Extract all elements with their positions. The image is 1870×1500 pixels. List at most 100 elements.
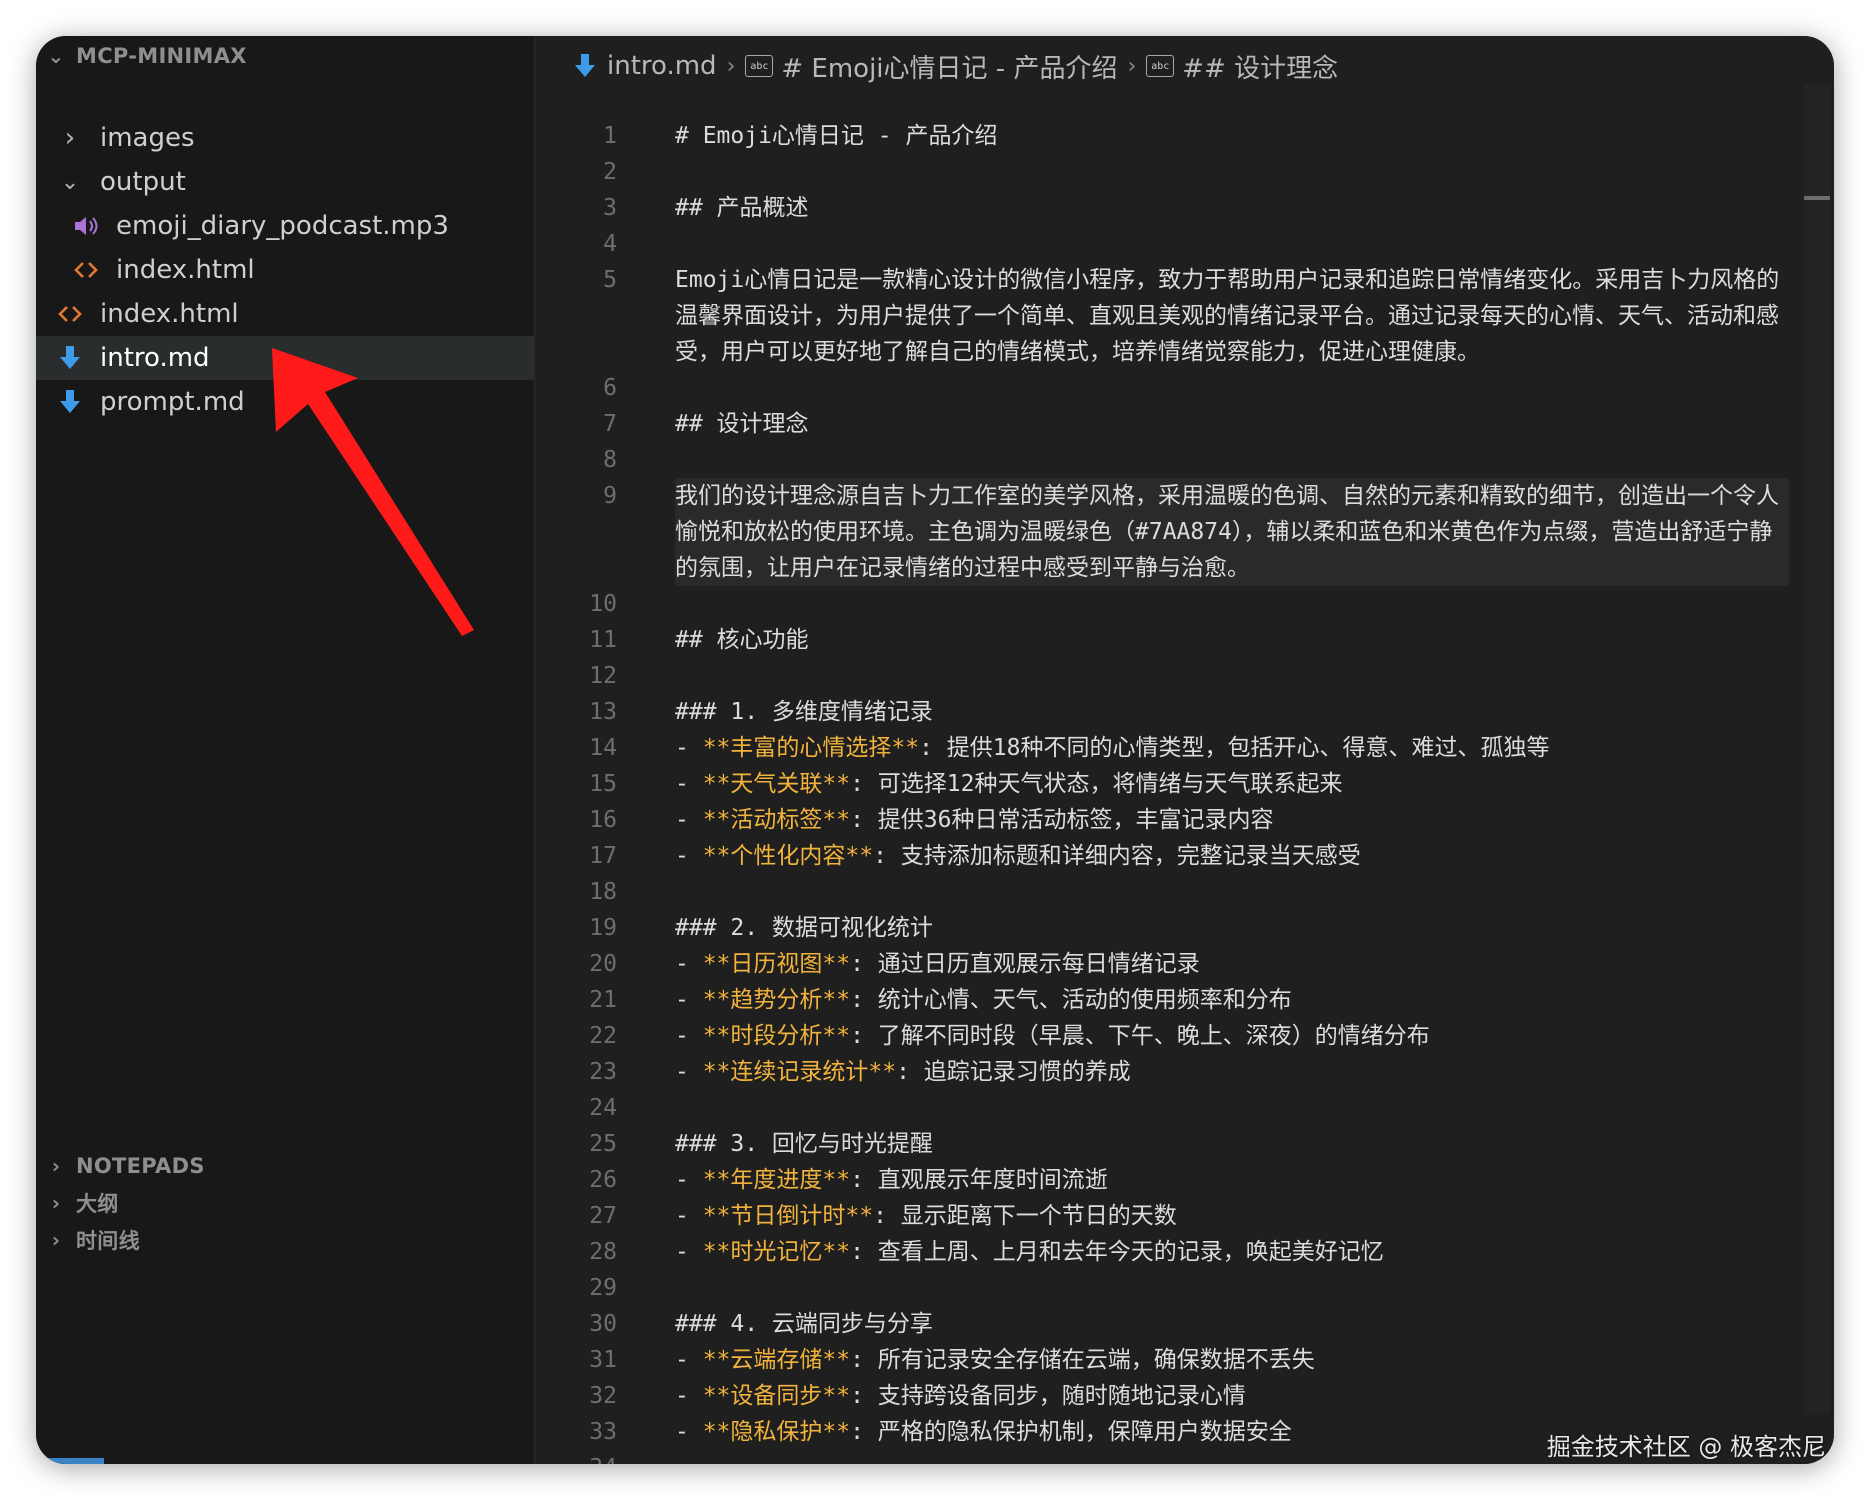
bold-text: **连续记录统计** xyxy=(702,1059,897,1085)
code-line[interactable]: 4 xyxy=(535,226,1834,262)
code-line[interactable]: 21 - **趋势分析**: 统计心情、天气、活动的使用频率和分布 xyxy=(535,982,1834,1018)
line-text: - **丰富的心情选择**: 提供18种不同的心情类型，包括开心、得意、难过、孤… xyxy=(675,730,1789,766)
folder-item[interactable]: ⌄ output xyxy=(36,160,534,204)
bold-text: **云端存储** xyxy=(702,1347,851,1373)
code-line[interactable]: 9 我们的设计理念源自吉卜力工作室的美学风格，采用温暖的色调、自然的元素和精致的细… xyxy=(535,478,1834,586)
line-number: 28 xyxy=(589,1239,617,1265)
tree-indent xyxy=(36,304,100,324)
code-line[interactable]: 6 xyxy=(535,370,1834,406)
explorer-root-header[interactable]: ⌄ MCP-MINIMAX xyxy=(36,36,534,76)
explorer-root-label: MCP-MINIMAX xyxy=(76,44,247,68)
bold-text: **活动标签** xyxy=(702,807,851,833)
file-item[interactable]: index.html xyxy=(36,292,534,336)
code-line[interactable]: 19 ### 2. 数据可视化统计 xyxy=(535,910,1834,946)
notepads-section-header[interactable]: › NOTEPADS xyxy=(36,1146,534,1186)
file-item[interactable]: intro.md xyxy=(36,336,534,380)
plain-text: : 严格的隐私保护机制，保障用户数据安全 xyxy=(850,1419,1292,1445)
code-line[interactable]: 23 - **连续记录统计**: 追踪记录习惯的养成 xyxy=(535,1054,1834,1090)
line-number: 14 xyxy=(589,735,617,761)
chevron-right-icon: › xyxy=(51,1228,61,1252)
code-line[interactable]: 22 - **时段分析**: 了解不同时段（早晨、下午、晚上、深夜）的情绪分布 xyxy=(535,1018,1834,1054)
code-line[interactable]: 8 xyxy=(535,442,1834,478)
code-line[interactable]: 5 Emoji心情日记是一款精心设计的微信小程序，致力于帮助用户记录和追踪日常情绪… xyxy=(535,262,1834,370)
code-line[interactable]: 15 - **天气关联**: 可选择12种天气状态，将情绪与天气联系起来 xyxy=(535,766,1834,802)
file-item[interactable]: emoji_diary_podcast.mp3 xyxy=(36,204,534,248)
code-line[interactable]: 11 ## 核心功能 xyxy=(535,622,1834,658)
line-text xyxy=(675,1090,1789,1126)
code-line[interactable]: 2 xyxy=(535,154,1834,190)
code-line[interactable]: 20 - **日历视图**: 通过日历直观展示每日情绪记录 xyxy=(535,946,1834,982)
list-bullet: - xyxy=(675,1059,703,1085)
markdown-file-icon xyxy=(50,346,90,370)
line-text: ### 1. 多维度情绪记录 xyxy=(675,699,933,725)
line-number: 10 xyxy=(589,591,617,617)
line-text: ### 3. 回忆与时光提醒 xyxy=(675,1131,933,1157)
line-text: ## 产品概述 xyxy=(675,195,809,221)
bold-text: **年度进度** xyxy=(702,1167,851,1193)
tree-indent: › xyxy=(36,123,100,153)
breadcrumb-file[interactable]: intro.md xyxy=(607,51,717,81)
line-number: 4 xyxy=(603,231,617,257)
code-line[interactable]: 25 ### 3. 回忆与时光提醒 xyxy=(535,1126,1834,1162)
tree-indent: ⌄ xyxy=(36,170,100,195)
file-item[interactable]: index.html xyxy=(36,248,534,292)
code-line[interactable]: 7 ## 设计理念 xyxy=(535,406,1834,442)
code-line[interactable]: 17 - **个性化内容**: 支持添加标题和详细内容，完整记录当天感受 xyxy=(535,838,1834,874)
line-number: 33 xyxy=(589,1419,617,1445)
code-area[interactable]: 1 # Emoji心情日记 - 产品介绍 2 3 ## 产品概述 4 5 Emoji心情日记是… xyxy=(535,118,1834,1464)
vertical-scrollbar[interactable] xyxy=(1804,84,1830,1414)
code-line[interactable]: 24 xyxy=(535,1090,1834,1126)
line-number: 21 xyxy=(589,987,617,1013)
chevron-down-icon[interactable]: ⌄ xyxy=(50,170,90,195)
outline-section-header[interactable]: › 大纲 xyxy=(36,1183,534,1223)
timeline-section-header[interactable]: › 时间线 xyxy=(36,1220,534,1260)
code-line[interactable]: 30 ### 4. 云端同步与分享 xyxy=(535,1306,1834,1342)
line-number: 18 xyxy=(589,879,617,905)
line-number: 24 xyxy=(589,1095,617,1121)
plain-text: : 追踪记录习惯的养成 xyxy=(896,1059,1131,1085)
code-line[interactable]: 3 ## 产品概述 xyxy=(535,190,1834,226)
folder-item[interactable]: › images xyxy=(36,116,534,160)
code-line[interactable]: 29 xyxy=(535,1270,1834,1306)
line-text xyxy=(675,226,1789,262)
tree-item-label: images xyxy=(100,123,195,153)
breadcrumb-symbol-2[interactable]: ## 设计理念 xyxy=(1182,48,1338,85)
plain-text: : 直观展示年度时间流逝 xyxy=(850,1167,1108,1193)
code-line[interactable]: 1 # Emoji心情日记 - 产品介绍 xyxy=(535,118,1834,154)
chevron-right-icon[interactable]: › xyxy=(50,123,90,153)
code-line[interactable]: 16 - **活动标签**: 提供36种日常活动标签，丰富记录内容 xyxy=(535,802,1834,838)
code-line[interactable]: 32 - **设备同步**: 支持跨设备同步，随时随地记录心情 xyxy=(535,1378,1834,1414)
line-text xyxy=(675,586,1789,622)
code-line[interactable]: 27 - **节日倒计时**: 显示距离下一个节日的天数 xyxy=(535,1198,1834,1234)
line-text xyxy=(675,442,1789,478)
scrollbar-thumb[interactable] xyxy=(1804,196,1830,200)
code-line[interactable]: 14 - **丰富的心情选择**: 提供18种不同的心情类型，包括开心、得意、难过… xyxy=(535,730,1834,766)
code-line[interactable]: 10 xyxy=(535,586,1834,622)
line-text: 我们的设计理念源自吉卜力工作室的美学风格，采用温暖的色调、自然的元素和精致的细节… xyxy=(675,478,1789,586)
line-text: ## 设计理念 xyxy=(675,411,809,437)
file-item[interactable]: prompt.md xyxy=(36,380,534,424)
audio-file-icon xyxy=(66,215,106,237)
chevron-right-icon: › xyxy=(51,1154,61,1178)
line-text: Emoji心情日记是一款精心设计的微信小程序，致力于帮助用户记录和追踪日常情绪变… xyxy=(675,267,1780,365)
html-file-icon xyxy=(50,304,90,324)
code-line[interactable]: 28 - **时光记忆**: 查看上周、上月和去年今天的记录，唤起美好记忆 xyxy=(535,1234,1834,1270)
timeline-label: 时间线 xyxy=(76,1229,140,1253)
list-bullet: - xyxy=(675,771,703,797)
plain-text: : 支持添加标题和详细内容，完整记录当天感受 xyxy=(873,843,1361,869)
line-text xyxy=(675,1270,1789,1306)
code-line[interactable]: 26 - **年度进度**: 直观展示年度时间流逝 xyxy=(535,1162,1834,1198)
code-line[interactable]: 13 ### 1. 多维度情绪记录 xyxy=(535,694,1834,730)
code-line[interactable]: 18 xyxy=(535,874,1834,910)
breadcrumb-symbol-1[interactable]: # Emoji心情日记 - 产品介绍 xyxy=(781,48,1117,85)
line-text: - **连续记录统计**: 追踪记录习惯的养成 xyxy=(675,1054,1789,1090)
line-number: 22 xyxy=(589,1023,617,1049)
code-line[interactable]: 12 xyxy=(535,658,1834,694)
chevron-right-icon: › xyxy=(726,53,736,79)
list-bullet: - xyxy=(675,1419,703,1445)
list-bullet: - xyxy=(675,987,703,1013)
breadcrumb: intro.md › abc # Emoji心情日记 - 产品介绍 › abc … xyxy=(575,44,1338,88)
code-line[interactable]: 31 - **云端存储**: 所有记录安全存储在云端，确保数据不丢失 xyxy=(535,1342,1834,1378)
list-bullet: - xyxy=(675,1203,703,1229)
bold-text: **隐私保护** xyxy=(702,1419,851,1445)
